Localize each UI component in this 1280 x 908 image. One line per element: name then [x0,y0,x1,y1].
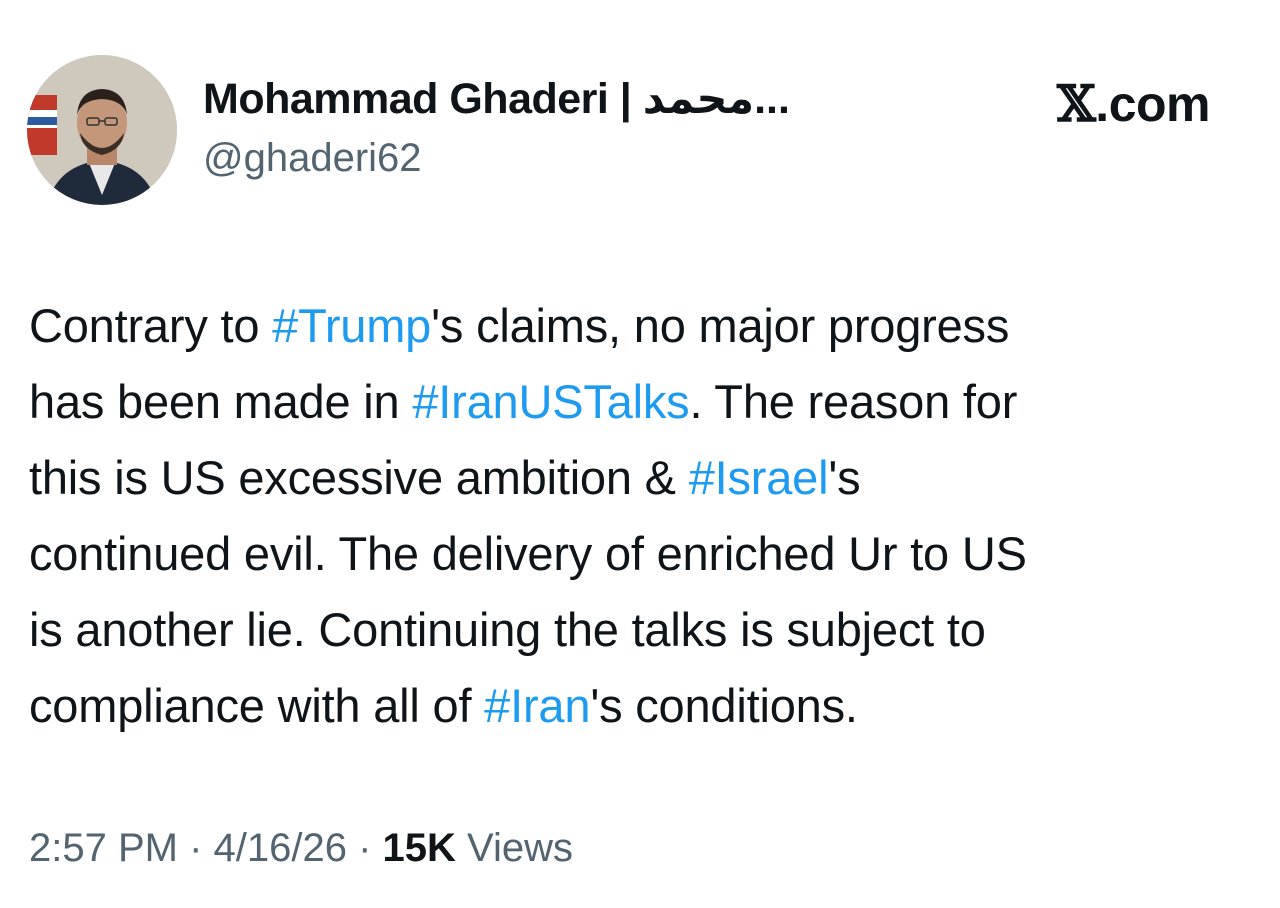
tweet-text-segment: compliance with all of [29,679,485,732]
tweet-text-segment: this is US excessive ambition & [29,451,689,504]
tweet-text-segment: . The reason for [689,375,1018,428]
author-avatar[interactable] [27,55,177,205]
meta-separator: · [346,826,383,870]
site-logo: 𝕏.com [1057,74,1210,133]
tweet-text-segment: continued evil. The delivery of enriched… [29,527,1027,580]
x-logo-icon: 𝕏 [1057,74,1096,133]
tweet-text-line: continued evil. The delivery of enriched… [29,516,1254,592]
tweet-text-segment: Contrary to [29,299,273,352]
tweet-meta: 2:57 PM · 4/16/26 · 15K Views [29,826,573,871]
views-count: 15K [382,826,456,870]
tweet-text-line: this is US excessive ambition & #Israel'… [29,440,1254,516]
tweet-text-line: has been made in #IranUSTalks. The reaso… [29,364,1254,440]
tweet-text: Contrary to #Trump's claims, no major pr… [29,288,1254,744]
hashtag-link[interactable]: #Iran [484,679,590,732]
tweet-text-segment: is another lie. Continuing the talks is … [29,603,986,656]
tweet-date[interactable]: 4/16/26 [214,826,347,870]
tweet-text-line: is another lie. Continuing the talks is … [29,592,1254,668]
tweet-text-segment: 's claims, no major progress [431,299,1010,352]
tweet-text-line: compliance with all of #Iran's condition… [29,668,1254,744]
tweet-text-segment: has been made in [29,375,413,428]
hashtag-link[interactable]: #IranUSTalks [412,375,689,428]
hashtag-link[interactable]: #Israel [689,451,829,504]
tweet-text-segment: 's [828,451,861,504]
hashtag-link[interactable]: #Trump [272,299,431,352]
avatar-image [27,55,177,205]
tweet-card: Mohammad Ghaderi | محمد... @ghaderi62 𝕏.… [0,0,1280,908]
meta-separator: · [177,826,214,870]
tweet-text-line: Contrary to #Trump's claims, no major pr… [29,288,1254,364]
author-display-name[interactable]: Mohammad Ghaderi | محمد... [203,74,790,124]
tweet-time[interactable]: 2:57 PM [29,826,178,870]
author-handle[interactable]: @ghaderi62 [203,136,422,181]
views-label: Views [455,826,574,870]
site-logo-text: .com [1095,76,1210,132]
tweet-text-segment: 's conditions. [590,679,858,732]
